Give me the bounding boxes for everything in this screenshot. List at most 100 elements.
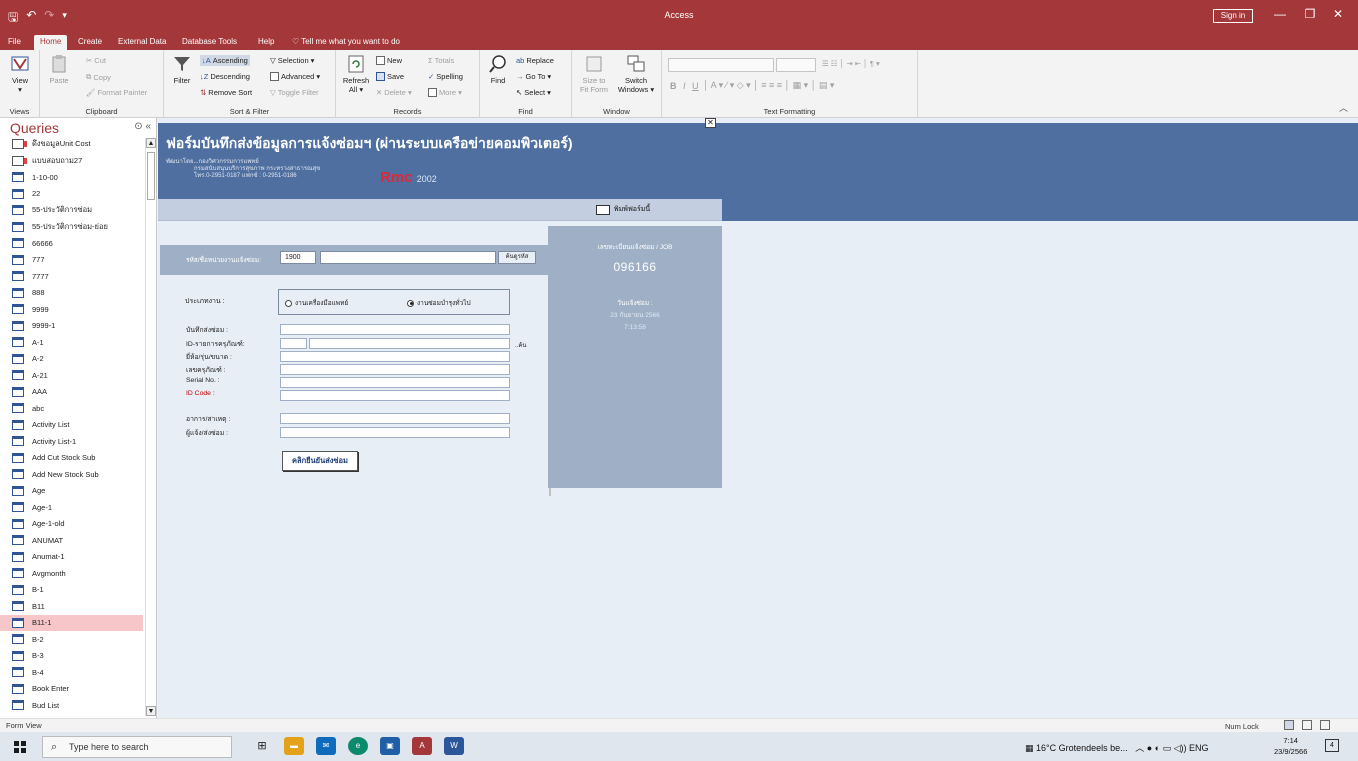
task-view-icon[interactable]: ⊞ (252, 737, 272, 755)
tray-icons[interactable]: ︿ ● ◐ ▭ ◁)) (1130, 743, 1189, 753)
word-app-icon[interactable]: W (444, 737, 464, 755)
nav-item[interactable]: 55-ประวัติการซ่อม (0, 202, 143, 219)
weather-text[interactable]: 16°C Grotendeels be... (1036, 743, 1128, 753)
replace-button[interactable]: ab Replace (516, 56, 554, 65)
nav-item[interactable]: Age-1-old (0, 516, 143, 533)
font-name-combo[interactable] (668, 58, 774, 72)
id-item-code-input[interactable] (280, 338, 307, 349)
font-size-combo[interactable] (776, 58, 816, 72)
datasheet-view-icon[interactable] (1302, 720, 1312, 730)
access-app-icon[interactable]: A (412, 737, 432, 755)
brand-input[interactable] (280, 351, 510, 362)
spelling-button[interactable]: ✓ Spelling (428, 72, 463, 81)
tab-external-data[interactable]: External Data (112, 35, 172, 50)
view-button[interactable]: View ▾ (6, 54, 34, 94)
nav-item[interactable]: 66666 (0, 235, 143, 252)
nav-item[interactable]: Book Enter (0, 681, 143, 698)
nav-item[interactable]: Avgmonth (0, 565, 143, 582)
worktype-medical-radio[interactable]: งานเครื่องมือแพทย์ (285, 298, 348, 308)
tab-home[interactable]: Home (34, 35, 68, 50)
refresh-all-button[interactable]: Refresh All ▾ (342, 54, 370, 94)
font-style-buttons[interactable]: B I U │ A ▾ ⁄ ▾ ◇ ▾ │ ≡ ≡ ≡ │ ▦ ▾ │ ▤ ▾ (670, 80, 834, 91)
restore-button[interactable]: ❐ (1300, 7, 1320, 21)
nav-item[interactable]: 7777 (0, 268, 143, 285)
tab-help[interactable]: Help (252, 35, 280, 50)
nav-item[interactable]: B11 (0, 598, 143, 615)
form-view-icon[interactable] (1284, 720, 1294, 730)
paste-button[interactable]: Paste (46, 54, 72, 85)
nav-item[interactable]: Activity List (0, 417, 143, 434)
tab-database-tools[interactable]: Database Tools (176, 35, 243, 50)
new-record-button[interactable]: New (376, 56, 402, 65)
collapse-ribbon-icon[interactable]: ︿ (1339, 101, 1348, 114)
language-indicator[interactable]: ENG (1189, 743, 1209, 753)
select-button[interactable]: ↖ Select ▾ (516, 88, 551, 97)
descending-button[interactable]: ↓Z Descending (200, 72, 250, 81)
nav-item[interactable]: 777 (0, 252, 143, 269)
clock[interactable]: 7:14 23/9/2566 (1274, 735, 1307, 757)
taskbar-search[interactable]: ⌕ Type here to search (42, 736, 232, 758)
scroll-up-icon[interactable]: ▲ (146, 138, 156, 148)
nav-item[interactable]: B-1 (0, 582, 143, 599)
nav-item[interactable]: abc (0, 400, 143, 417)
delete-record-button[interactable]: ✕ Delete ▾ (376, 88, 412, 97)
save-record-button[interactable]: Save (376, 72, 404, 81)
nav-title[interactable]: Queries (10, 120, 59, 136)
weather-icon[interactable]: ▦ (1025, 743, 1034, 753)
windows-start-icon[interactable] (14, 741, 26, 753)
form-close-button[interactable]: ✕ (705, 118, 716, 128)
id-item-name-input[interactable] (309, 338, 510, 349)
design-view-icon[interactable] (1320, 720, 1330, 730)
tab-file[interactable]: File (2, 35, 27, 50)
tab-create[interactable]: Create (72, 35, 108, 50)
nav-menu-icon[interactable]: ⊙ (134, 121, 142, 132)
sender-input[interactable] (280, 324, 510, 335)
nav-item[interactable]: ANUMAT (0, 532, 143, 549)
nav-item[interactable]: 9999 (0, 301, 143, 318)
nav-item[interactable]: Age (0, 483, 143, 500)
minimize-button[interactable]: — (1270, 7, 1290, 21)
nav-item[interactable]: B-2 (0, 631, 143, 648)
nav-item[interactable]: Anumat-1 (0, 549, 143, 566)
nav-item[interactable]: 55-ประวัติการซ่อม-ย่อย (0, 219, 143, 236)
nav-item[interactable]: Bud List (0, 697, 143, 714)
toggle-filter-button[interactable]: ▽ Toggle Filter (270, 88, 319, 97)
unit-search-button[interactable]: ค้นดูรหัส (498, 251, 536, 264)
selection-button[interactable]: ▽ Selection ▾ (270, 56, 314, 65)
cut-button[interactable]: ✂ Cut (86, 56, 106, 65)
nav-scrollbar[interactable]: ▲ ▼ (145, 138, 156, 716)
tell-me-box[interactable]: ♡ Tell me what you want to do (286, 35, 406, 50)
more-button[interactable]: More ▾ (428, 88, 462, 97)
submit-repair-button[interactable]: คลิกยืนยันส่งซ่อม (282, 451, 358, 471)
reporter-input[interactable] (280, 427, 510, 438)
asset-no-input[interactable] (280, 364, 510, 375)
nav-item[interactable]: A-1 (0, 334, 143, 351)
totals-button[interactable]: Σ Totals (428, 56, 454, 65)
nav-item[interactable]: 1-10-00 (0, 169, 143, 186)
unit-name-input[interactable] (320, 251, 496, 264)
list-buttons[interactable]: ☰ ☷ │ ⇥ ⇤ │ ¶ ▾ (822, 59, 880, 68)
ascending-button[interactable]: ↓A Ascending (200, 55, 250, 66)
sign-in-button[interactable]: Sign in (1213, 9, 1253, 23)
nav-item[interactable]: Age-1 (0, 499, 143, 516)
nav-item[interactable]: 22 (0, 186, 143, 203)
nav-item[interactable]: Add New Stock Sub (0, 466, 143, 483)
nav-item[interactable]: 9999-1 (0, 318, 143, 335)
nav-item[interactable]: A-21 (0, 367, 143, 384)
advanced-button[interactable]: Advanced ▾ (270, 72, 320, 81)
format-painter-button[interactable]: 🖌 Format Painter (86, 88, 147, 97)
goto-button[interactable]: → Go To ▾ (516, 72, 551, 81)
collapse-pane-icon[interactable]: « (145, 121, 151, 132)
unit-code-input[interactable]: 1900 (280, 251, 316, 264)
switch-windows-button[interactable]: Switch Windows ▾ (616, 54, 656, 94)
nav-item[interactable]: B11-1 (0, 614, 143, 631)
store-icon[interactable]: ▣ (380, 737, 400, 755)
notification-icon[interactable]: 4 (1325, 739, 1339, 752)
nav-item[interactable]: ดึงขอมูลUnit Cost (0, 136, 143, 153)
find-button[interactable]: Find (486, 54, 510, 85)
worktype-general-radio[interactable]: งานซ่อมบำรุงทั่วไป (407, 298, 471, 308)
id-search-button[interactable]: ..ค้น (515, 340, 526, 350)
nav-item[interactable]: แบบสอบถาม27 (0, 153, 143, 170)
mail-icon[interactable]: ✉ (316, 737, 336, 755)
file-explorer-icon[interactable]: ▬ (284, 737, 304, 755)
